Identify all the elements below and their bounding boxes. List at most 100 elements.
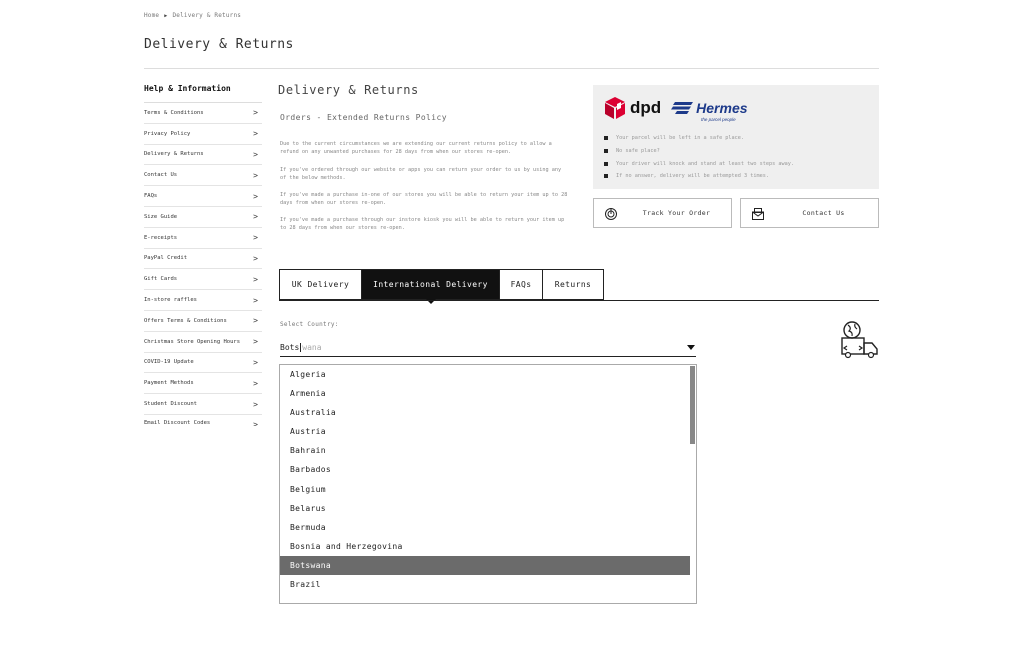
country-option[interactable]: Bosnia and Herzegovina (280, 537, 690, 556)
chevron-right-icon: > (253, 274, 258, 284)
country-option[interactable]: Barbados (280, 460, 690, 479)
dpd-logo: dpd (604, 96, 661, 120)
sidebar-item-label: PayPal Credit (144, 255, 188, 262)
sidebar-item-covid[interactable]: COVID-19 Update > (144, 353, 262, 374)
tab-faqs[interactable]: FAQs (499, 269, 542, 300)
bullet-square-icon (604, 136, 608, 141)
sidebar-item-payment[interactable]: Payment Methods > (144, 373, 262, 395)
tab-international-delivery[interactable]: International Delivery (361, 269, 499, 304)
sidebar-item-label: Offers Terms & Conditions (144, 317, 227, 324)
breadcrumb-home[interactable]: Home (144, 12, 159, 19)
sidebar-item-label: COVID-19 Update (144, 359, 194, 366)
sidebar-item-email-discount[interactable]: Email Discount Codes > (144, 415, 262, 426)
country-option[interactable]: Belarus (280, 499, 690, 518)
hermes-speed-icon (671, 102, 694, 114)
sidebar-item-faqs[interactable]: FAQs > (144, 186, 262, 207)
tab-returns[interactable]: Returns (542, 269, 604, 300)
sidebar-item-label: Christmas Store Opening Hours (144, 338, 241, 345)
chevron-right-icon: > (253, 316, 258, 326)
list-item: If no answer, delivery will be attempted… (604, 170, 794, 183)
country-typed-text: Bots (280, 343, 300, 352)
text-cursor (300, 343, 302, 352)
mail-icon (751, 207, 765, 223)
country-option[interactable]: Australia (280, 403, 690, 422)
section-subtitle: Orders - Extended Returns Policy (280, 113, 447, 122)
delivery-bullets: Your parcel will be left in a safe place… (604, 132, 794, 183)
policy-paragraph: If you've ordered through our website or… (280, 167, 562, 181)
header-divider (144, 68, 879, 69)
sidebar-item-label: Terms & Conditions (144, 109, 204, 116)
tab-uk-delivery[interactable]: UK Delivery (279, 269, 361, 300)
list-item: No safe place? (604, 145, 794, 158)
chevron-right-icon: > (253, 378, 258, 388)
sidebar-item-label: E-receipts (144, 234, 178, 241)
chevron-right-icon: > (253, 170, 258, 180)
breadcrumb-separator-icon: ▶ (164, 12, 168, 19)
sidebar-item-label: Student Discount (144, 401, 197, 408)
list-item: Your driver will knock and stand at leas… (604, 157, 794, 170)
chevron-right-icon: > (253, 357, 258, 367)
sidebar-item-label: In-store raffles (144, 297, 197, 304)
country-option[interactable]: Brazil (280, 575, 690, 594)
bullet-square-icon (604, 149, 608, 154)
dpd-wordmark: dpd (630, 98, 662, 117)
hermes-tagline: the parcel people (701, 117, 736, 122)
sidebar-item-label: Gift Cards (144, 276, 178, 283)
sidebar-item-contact[interactable]: Contact Us > (144, 165, 262, 187)
policy-paragraph: If you've made a purchase through our in… (280, 217, 565, 231)
sidebar-item-christmas-hours[interactable]: Christmas Store Opening Hours > (144, 332, 262, 353)
courier-info-box: dpd Hermes the parcel people Your parcel… (593, 85, 879, 189)
country-option[interactable]: Armenia (280, 384, 690, 403)
sidebar-item-offers[interactable]: Offers Terms & Conditions > (144, 311, 262, 332)
sidebar-item-privacy[interactable]: Privacy Policy > (144, 124, 262, 145)
country-option[interactable]: Belgium (280, 480, 690, 499)
help-sidebar: Help & Information Terms & Conditions > P… (144, 83, 262, 426)
contact-us-button[interactable]: Contact Us (740, 198, 879, 228)
caret-down-icon[interactable] (687, 345, 695, 350)
dropdown-scrollbar[interactable] (690, 366, 695, 444)
sidebar-item-gift-cards[interactable]: Gift Cards > (144, 269, 262, 291)
country-option-selected[interactable]: Botswana (280, 555, 690, 576)
chevron-right-icon: > (253, 419, 258, 426)
policy-paragraph: Due to the current circumstances we are … (280, 141, 552, 155)
sidebar-item-label: Delivery & Returns (144, 151, 204, 158)
bullet-square-icon (604, 161, 608, 166)
country-option[interactable]: Algeria (280, 365, 690, 384)
section-title: Delivery & Returns (278, 83, 419, 97)
country-autocomplete-hint: wana (302, 343, 322, 352)
sidebar-item-label: Size Guide (144, 213, 178, 220)
list-item: Your parcel will be left in a safe place… (604, 132, 794, 145)
chevron-right-icon: > (253, 108, 258, 118)
sidebar-item-terms[interactable]: Terms & Conditions > (144, 103, 262, 124)
chevron-right-icon: > (253, 149, 258, 159)
country-option[interactable]: Austria (280, 422, 690, 441)
breadcrumb-current: Delivery & Returns (172, 12, 242, 19)
globe-truck-icon (838, 318, 880, 364)
country-dropdown-list[interactable]: Algeria Armenia Australia Austria Bahrai… (279, 364, 697, 604)
delivery-tabs: UK Delivery International Delivery FAQs … (279, 269, 604, 304)
breadcrumb: Home ▶ Delivery & Returns (144, 12, 241, 19)
sidebar-item-size-guide[interactable]: Size Guide > (144, 207, 262, 228)
sidebar-title: Help & Information (144, 83, 262, 103)
chevron-right-icon: > (253, 399, 258, 409)
sidebar-item-student[interactable]: Student Discount > (144, 394, 262, 415)
track-order-button[interactable]: Track Your Order (593, 198, 732, 228)
country-option[interactable]: Bahrain (280, 441, 690, 460)
country-select-label: Select Country: (280, 321, 339, 328)
sidebar-item-label: Email Discount Codes (144, 419, 211, 426)
sidebar-item-ereceipts[interactable]: E-receipts > (144, 228, 262, 249)
dpd-cube-icon (605, 97, 625, 119)
country-select-input[interactable]: Bots wana (280, 339, 696, 357)
hermes-logo: Hermes the parcel people (671, 100, 748, 122)
sidebar-item-delivery[interactable]: Delivery & Returns > (144, 145, 262, 166)
sidebar-item-label: FAQs (144, 193, 158, 200)
sidebar-item-raffles[interactable]: In-store raffles > (144, 290, 262, 311)
chevron-right-icon: > (253, 212, 258, 222)
chevron-right-icon: > (253, 129, 258, 139)
hermes-wordmark: Hermes (696, 100, 748, 116)
sidebar-item-paypal[interactable]: PayPal Credit > (144, 249, 262, 270)
country-option[interactable]: Bermuda (280, 518, 690, 537)
bullet-square-icon (604, 174, 608, 179)
courier-logos: dpd Hermes the parcel people (604, 96, 748, 122)
chevron-right-icon: > (253, 337, 258, 347)
